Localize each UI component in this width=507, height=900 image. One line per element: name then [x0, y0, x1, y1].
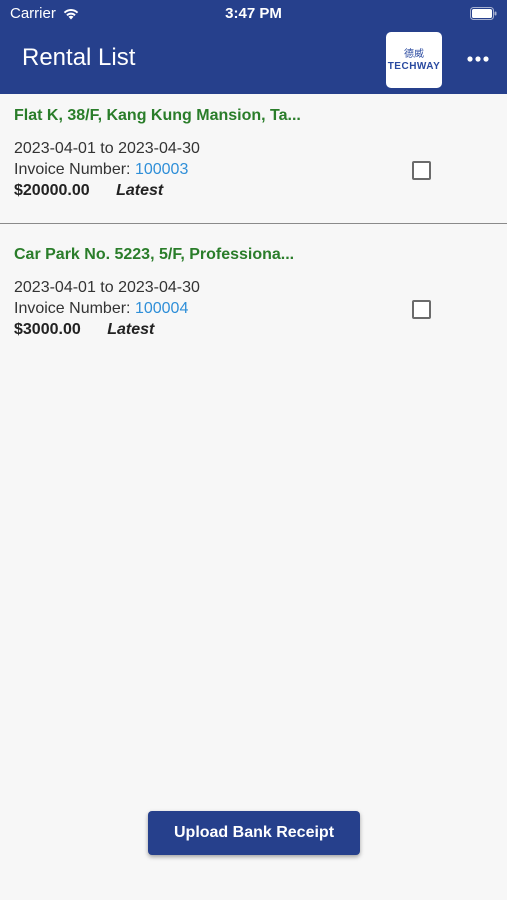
property-address: Flat K, 38/F, Kang Kung Mansion, Ta... — [14, 107, 301, 124]
rental-item[interactable]: Flat K, 38/F, Kang Kung Mansion, Ta... 2… — [0, 94, 507, 224]
invoice-label: Invoice Number: — [14, 161, 131, 178]
status-bar: Carrier 3:47 PM — [0, 0, 507, 28]
select-checkbox[interactable] — [412, 161, 431, 180]
invoice-number-link[interactable]: 100004 — [135, 300, 188, 317]
invoice-number-link[interactable]: 100003 — [135, 161, 188, 178]
select-checkbox[interactable] — [412, 300, 431, 319]
invoice-line: Invoice Number: 100004 — [14, 300, 188, 318]
logo-text: TECHWAY — [387, 60, 441, 72]
status-label: Latest — [116, 182, 164, 199]
logo-text-cn: 德威 — [404, 48, 424, 60]
techway-logo: 德威 TECHWAY — [386, 32, 442, 88]
status-label: Latest — [107, 321, 155, 338]
rental-amount: $3000.00 — [14, 321, 81, 338]
more-horizontal-icon[interactable] — [464, 50, 492, 68]
amount-line: $3000.00 Latest — [14, 321, 154, 339]
clock: 3:47 PM — [225, 5, 282, 22]
property-address: Car Park No. 5223, 5/F, Professiona... — [14, 246, 295, 263]
invoice-line: Invoice Number: 100003 — [14, 161, 188, 179]
rental-item[interactable]: Car Park No. 5223, 5/F, Professiona... 2… — [0, 234, 507, 354]
rental-amount: $20000.00 — [14, 182, 90, 199]
rental-period: 2023-04-01 to 2023-04-30 — [14, 279, 200, 296]
invoice-label: Invoice Number: — [14, 300, 131, 317]
amount-line: $20000.00 Latest — [14, 182, 163, 200]
battery-icon — [470, 7, 497, 20]
upload-bank-receipt-button[interactable]: Upload Bank Receipt — [148, 811, 360, 855]
app-header: Carrier 3:47 PM Rental List 德威 TECHWAY — [0, 0, 507, 94]
rental-period: 2023-04-01 to 2023-04-30 — [14, 140, 200, 157]
page-title: Rental List — [22, 44, 136, 71]
